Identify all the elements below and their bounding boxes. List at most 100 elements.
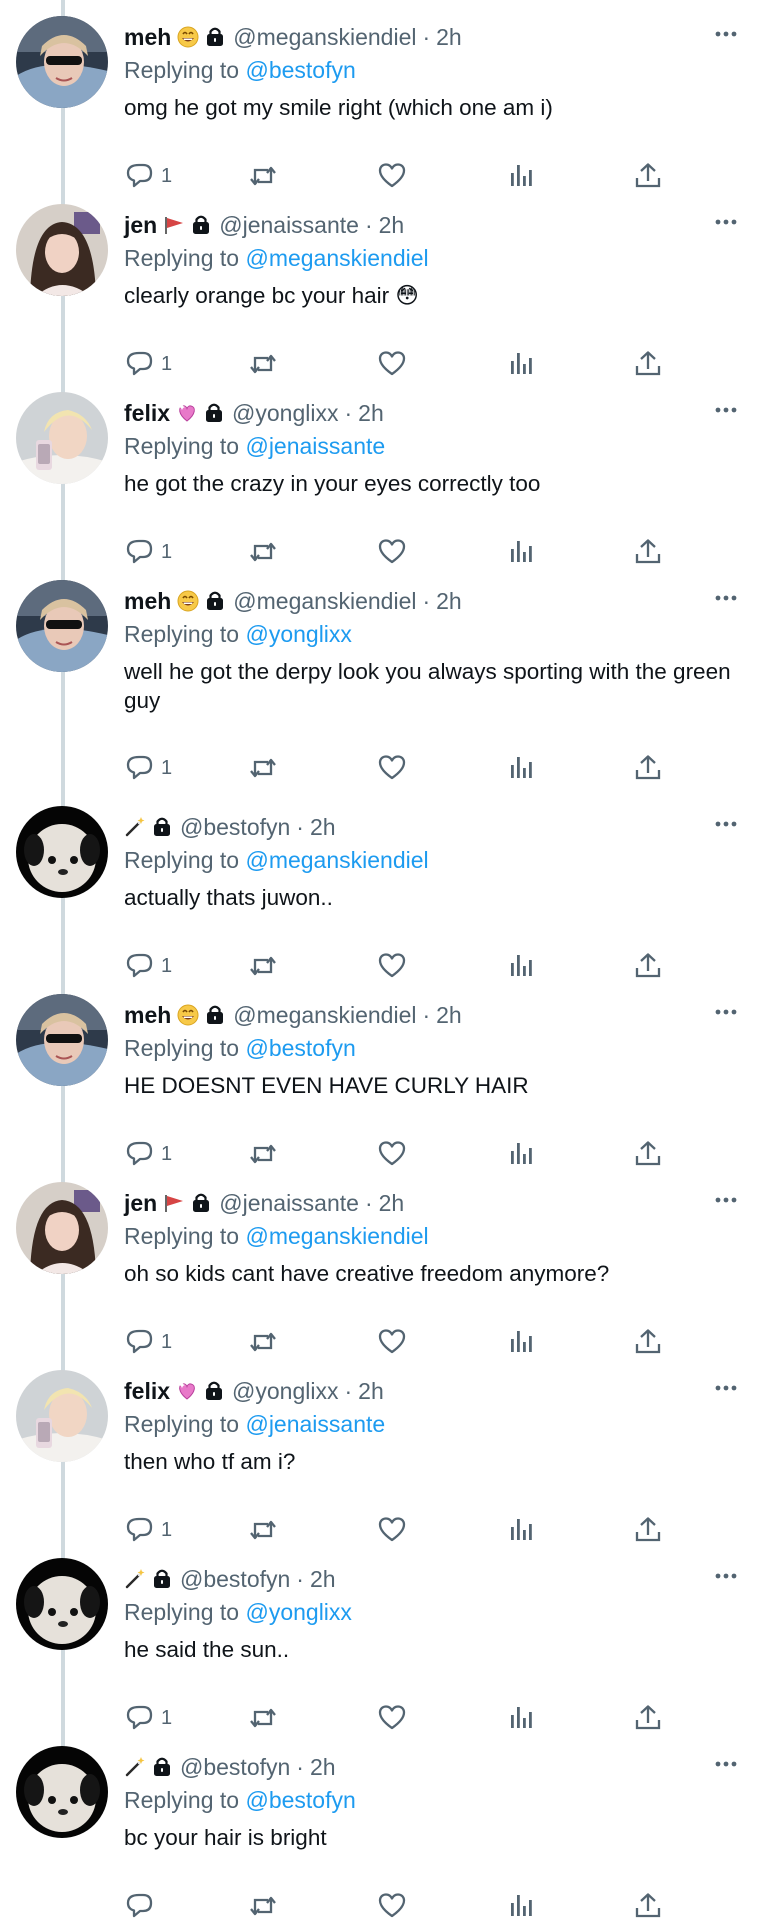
retweet-button[interactable] bbox=[248, 1326, 276, 1358]
replying-to-handle-link[interactable]: @meganskiendiel bbox=[245, 1223, 428, 1249]
more-options-icon[interactable] bbox=[711, 814, 741, 834]
retweet-button[interactable] bbox=[248, 160, 276, 192]
share-button[interactable] bbox=[634, 950, 662, 982]
timestamp[interactable]: 2h bbox=[436, 1002, 462, 1029]
plush-toy-avatar[interactable] bbox=[16, 1558, 108, 1650]
handle[interactable]: @meganskiendiel bbox=[233, 1002, 416, 1029]
more-options-icon[interactable] bbox=[711, 1002, 741, 1022]
handle[interactable]: @jenaissante bbox=[219, 1190, 359, 1217]
views-button[interactable] bbox=[508, 1326, 536, 1358]
reply-button[interactable]: 1 bbox=[126, 1514, 172, 1546]
share-button[interactable] bbox=[634, 1514, 662, 1546]
reply-button[interactable]: 1 bbox=[126, 1702, 172, 1734]
display-name[interactable]: jen bbox=[124, 1190, 157, 1217]
replying-to-handle-link[interactable]: @yonglixx bbox=[245, 621, 351, 647]
views-button[interactable] bbox=[508, 950, 536, 982]
timestamp[interactable]: 2h bbox=[379, 212, 405, 239]
like-button[interactable] bbox=[378, 1326, 406, 1358]
more-options-icon[interactable] bbox=[711, 1190, 741, 1210]
like-button[interactable] bbox=[378, 1514, 406, 1546]
replying-to-handle-link[interactable]: @bestofyn bbox=[245, 1035, 355, 1061]
more-options-icon[interactable] bbox=[711, 588, 741, 608]
more-options-icon[interactable] bbox=[711, 1378, 741, 1398]
display-name[interactable]: meh bbox=[124, 1002, 171, 1029]
girl-portrait-avatar[interactable] bbox=[16, 1182, 108, 1274]
share-button[interactable] bbox=[634, 348, 662, 380]
blonde-selfie-avatar[interactable] bbox=[16, 1370, 108, 1462]
more-options-icon[interactable] bbox=[711, 400, 741, 420]
girl-selfie-avatar[interactable] bbox=[16, 580, 108, 672]
reply-button[interactable]: 1 bbox=[126, 1138, 172, 1170]
more-options-icon[interactable] bbox=[711, 24, 741, 44]
retweet-button[interactable] bbox=[248, 536, 276, 568]
views-button[interactable] bbox=[508, 752, 536, 784]
replying-to-handle-link[interactable]: @bestofyn bbox=[245, 1787, 355, 1813]
replying-to-handle-link[interactable]: @meganskiendiel bbox=[245, 245, 428, 271]
handle[interactable]: @bestofyn bbox=[180, 1566, 290, 1593]
display-name[interactable]: jen bbox=[124, 212, 157, 239]
retweet-button[interactable] bbox=[248, 1514, 276, 1546]
timestamp[interactable]: 2h bbox=[310, 814, 336, 841]
retweet-button[interactable] bbox=[248, 1890, 276, 1922]
replying-to-handle-link[interactable]: @jenaissante bbox=[245, 1411, 385, 1437]
share-button[interactable] bbox=[634, 1890, 662, 1922]
timestamp[interactable]: 2h bbox=[310, 1754, 336, 1781]
like-button[interactable] bbox=[378, 752, 406, 784]
handle[interactable]: @bestofyn bbox=[180, 1754, 290, 1781]
views-button[interactable] bbox=[508, 536, 536, 568]
timestamp[interactable]: 2h bbox=[436, 24, 462, 51]
reply-button[interactable]: 1 bbox=[126, 950, 172, 982]
retweet-button[interactable] bbox=[248, 1702, 276, 1734]
share-button[interactable] bbox=[634, 752, 662, 784]
timestamp[interactable]: 2h bbox=[436, 588, 462, 615]
handle[interactable]: @yonglixx bbox=[232, 1378, 338, 1405]
reply-button[interactable]: 1 bbox=[126, 1326, 172, 1358]
timestamp[interactable]: 2h bbox=[310, 1566, 336, 1593]
views-button[interactable] bbox=[508, 1890, 536, 1922]
girl-selfie-avatar[interactable] bbox=[16, 994, 108, 1086]
timestamp[interactable]: 2h bbox=[358, 1378, 384, 1405]
girl-portrait-avatar[interactable] bbox=[16, 204, 108, 296]
girl-selfie-avatar[interactable] bbox=[16, 16, 108, 108]
views-button[interactable] bbox=[508, 1702, 536, 1734]
reply-button[interactable] bbox=[126, 1890, 154, 1922]
like-button[interactable] bbox=[378, 1702, 406, 1734]
handle[interactable]: @jenaissante bbox=[219, 212, 359, 239]
replying-to-handle-link[interactable]: @bestofyn bbox=[245, 57, 355, 83]
share-button[interactable] bbox=[634, 1702, 662, 1734]
like-button[interactable] bbox=[378, 950, 406, 982]
more-options-icon[interactable] bbox=[711, 1754, 741, 1774]
retweet-button[interactable] bbox=[248, 1138, 276, 1170]
display-name[interactable]: felix bbox=[124, 1378, 170, 1405]
share-button[interactable] bbox=[634, 1138, 662, 1170]
timestamp[interactable]: 2h bbox=[358, 400, 384, 427]
retweet-button[interactable] bbox=[248, 950, 276, 982]
plush-toy-avatar[interactable] bbox=[16, 806, 108, 898]
display-name[interactable]: meh bbox=[124, 24, 171, 51]
blonde-selfie-avatar[interactable] bbox=[16, 392, 108, 484]
display-name[interactable]: felix bbox=[124, 400, 170, 427]
replying-to-handle-link[interactable]: @yonglixx bbox=[245, 1599, 351, 1625]
share-button[interactable] bbox=[634, 536, 662, 568]
display-name[interactable]: meh bbox=[124, 588, 171, 615]
share-button[interactable] bbox=[634, 160, 662, 192]
timestamp[interactable]: 2h bbox=[379, 1190, 405, 1217]
replying-to-handle-link[interactable]: @jenaissante bbox=[245, 433, 385, 459]
reply-button[interactable]: 1 bbox=[126, 348, 172, 380]
like-button[interactable] bbox=[378, 160, 406, 192]
views-button[interactable] bbox=[508, 348, 536, 380]
handle[interactable]: @meganskiendiel bbox=[233, 24, 416, 51]
like-button[interactable] bbox=[378, 1890, 406, 1922]
like-button[interactable] bbox=[378, 1138, 406, 1170]
like-button[interactable] bbox=[378, 536, 406, 568]
replying-to-handle-link[interactable]: @meganskiendiel bbox=[245, 847, 428, 873]
retweet-button[interactable] bbox=[248, 348, 276, 380]
reply-button[interactable]: 1 bbox=[126, 752, 172, 784]
reply-button[interactable]: 1 bbox=[126, 160, 172, 192]
handle[interactable]: @meganskiendiel bbox=[233, 588, 416, 615]
share-button[interactable] bbox=[634, 1326, 662, 1358]
views-button[interactable] bbox=[508, 160, 536, 192]
plush-toy-avatar[interactable] bbox=[16, 1746, 108, 1838]
like-button[interactable] bbox=[378, 348, 406, 380]
reply-button[interactable]: 1 bbox=[126, 536, 172, 568]
